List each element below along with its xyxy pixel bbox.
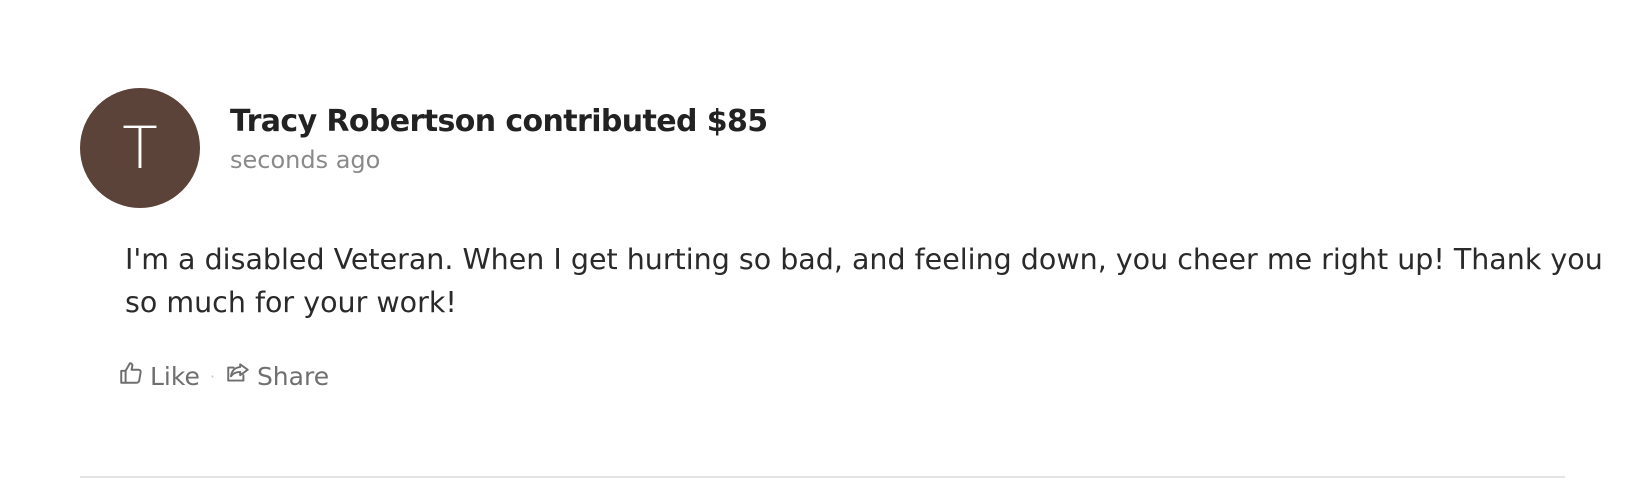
- avatar-initial: T: [122, 114, 158, 182]
- share-icon: [225, 360, 257, 392]
- like-label: Like: [150, 361, 200, 391]
- like-button[interactable]: Like: [118, 360, 200, 392]
- thumbs-up-icon: [118, 360, 150, 392]
- contributor-headline: Tracy Robertson contributed $85: [230, 104, 768, 139]
- divider: [80, 476, 1565, 478]
- timestamp: seconds ago: [230, 146, 381, 174]
- contribution-message: I'm a disabled Veteran. When I get hurti…: [125, 243, 1603, 319]
- contribution-header: Tracy Robertson contributed $85 seconds …: [230, 102, 768, 176]
- avatar: T: [80, 88, 200, 208]
- action-bar: Like · Share: [118, 360, 329, 392]
- share-label: Share: [256, 361, 330, 391]
- action-separator: ·: [209, 366, 215, 386]
- share-button[interactable]: Share: [225, 360, 329, 392]
